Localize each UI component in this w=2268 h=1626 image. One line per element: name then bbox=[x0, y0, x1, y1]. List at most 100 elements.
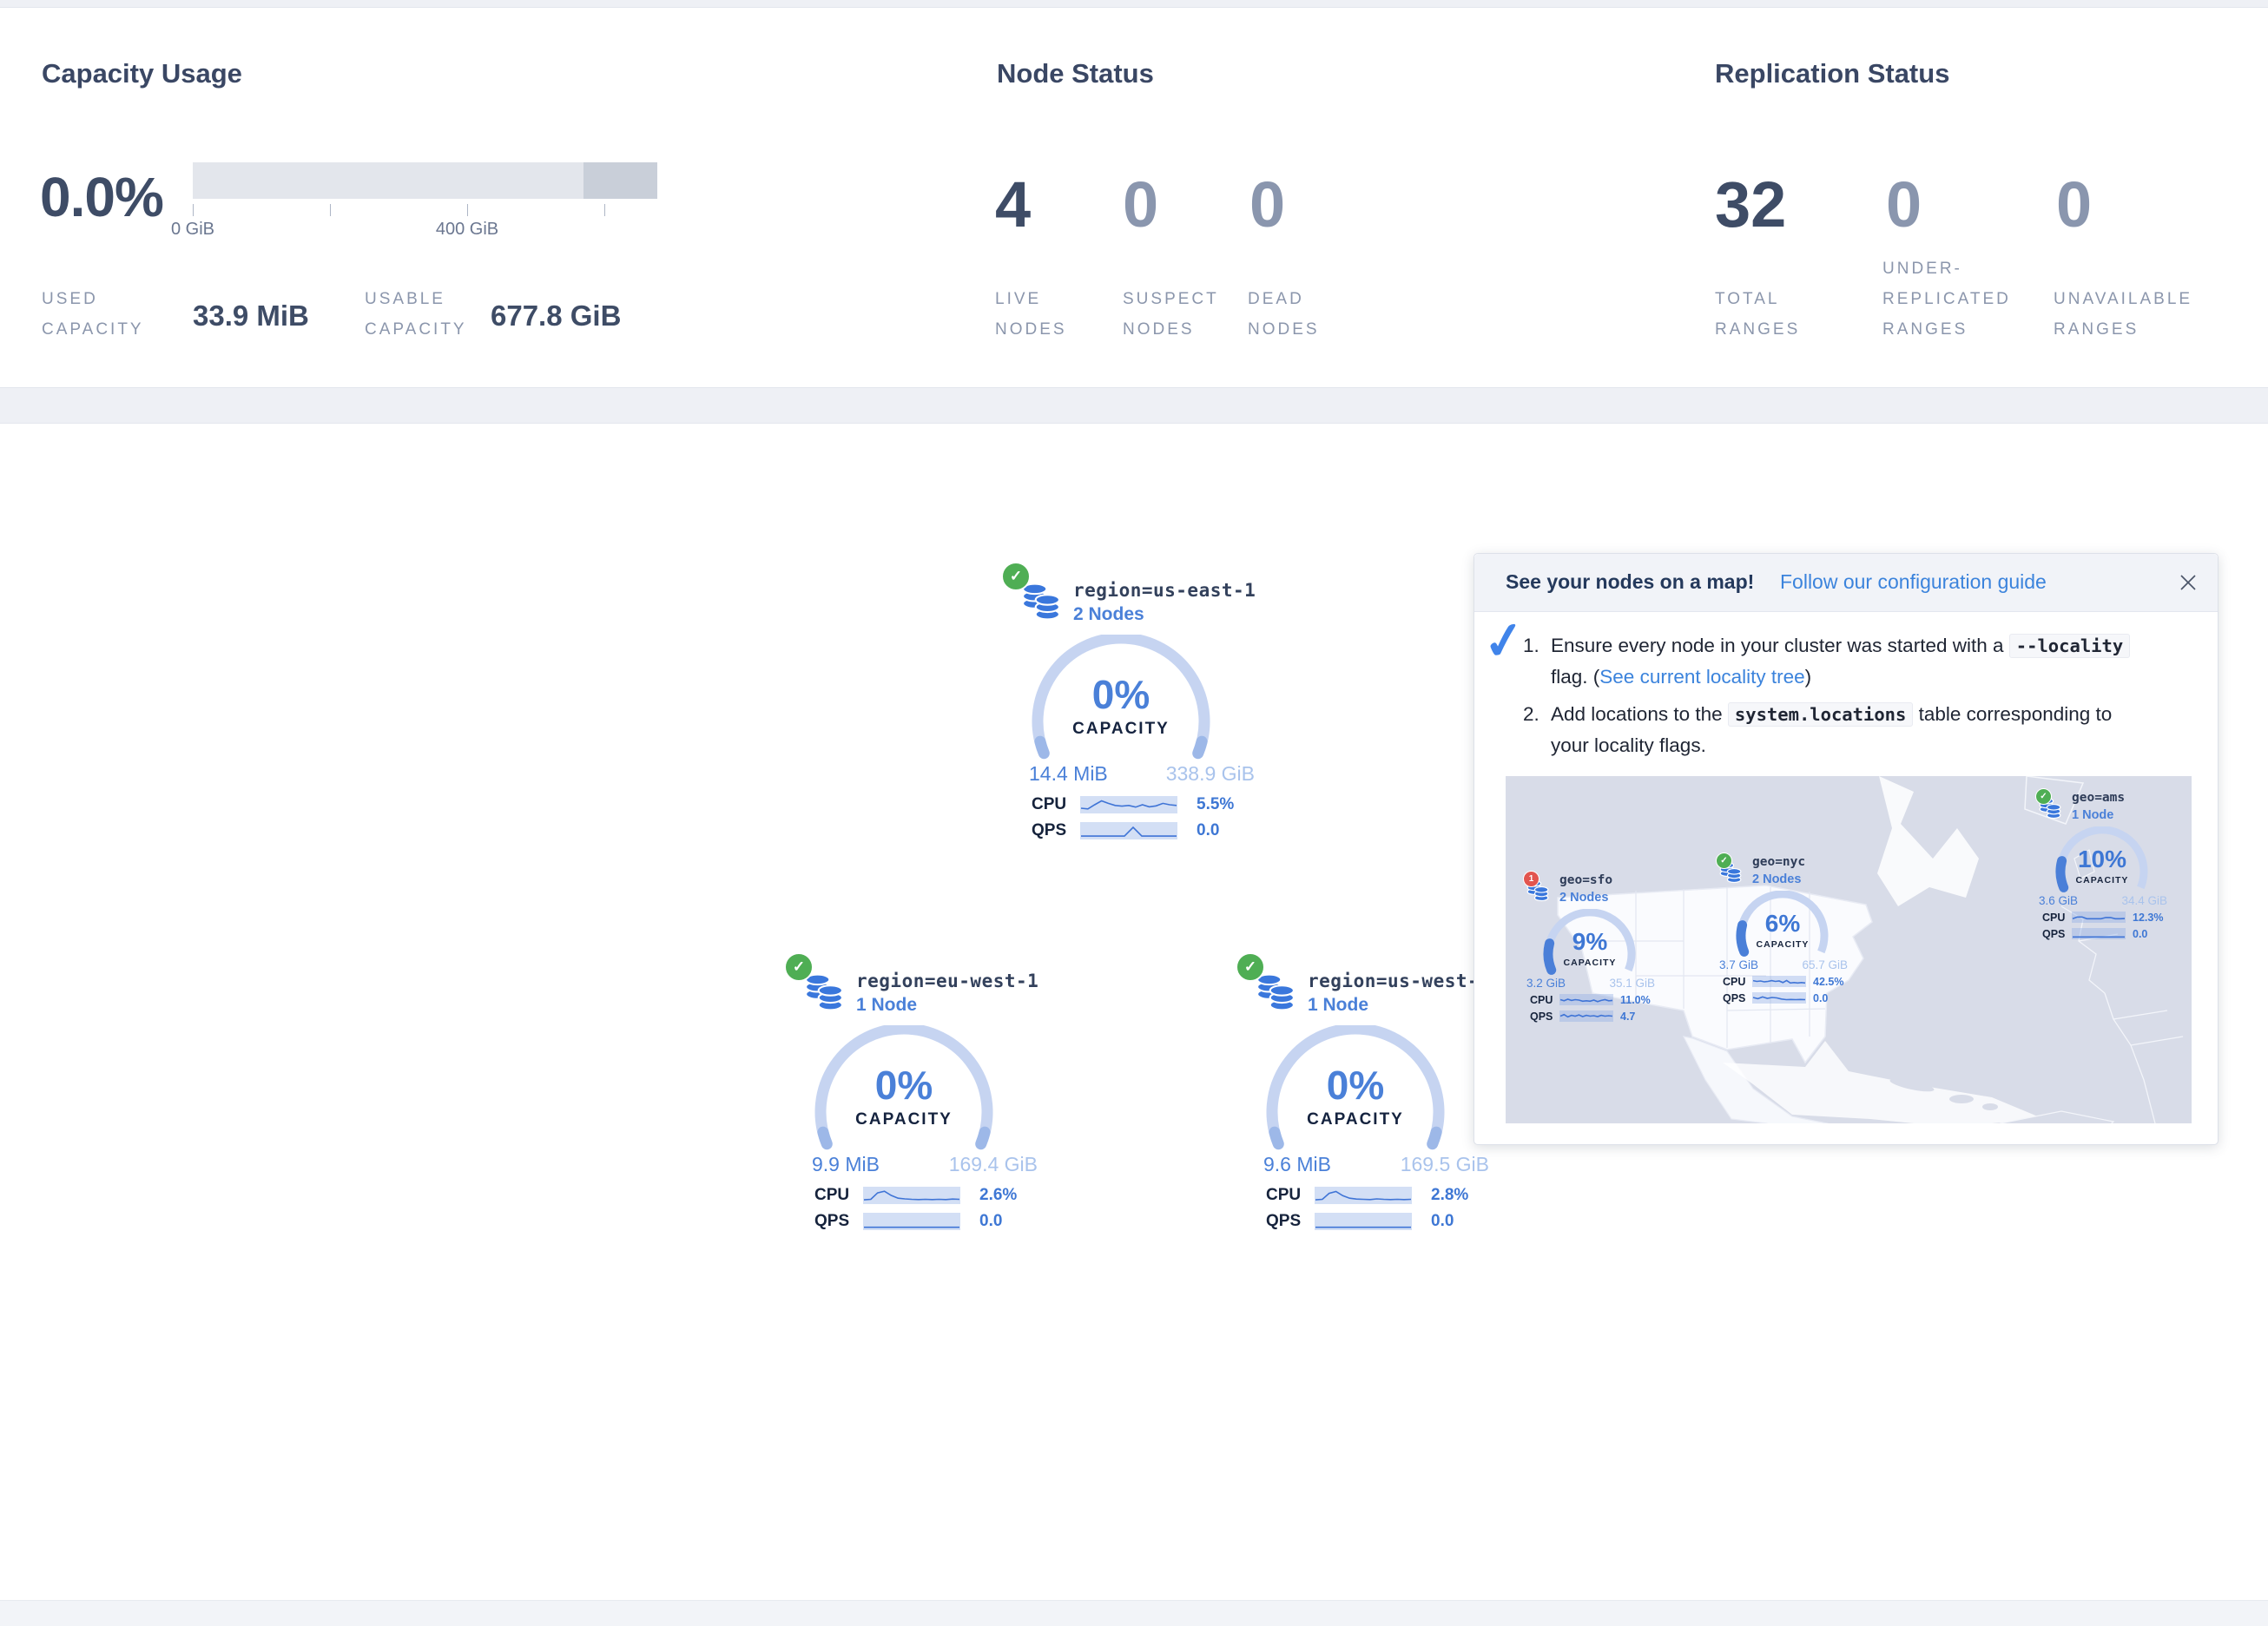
sparkline bbox=[1080, 796, 1177, 813]
cpu-value: 42.5% bbox=[1813, 976, 1843, 988]
qps-row: QPS 4.7 bbox=[1530, 1010, 1635, 1023]
used-value: 3.7 GiB bbox=[1719, 958, 1758, 971]
step-text: Add locations to the bbox=[1551, 703, 1728, 725]
region-node-us-west-1[interactable]: ✓ region=us-west-1 1 Node 0% CAPACITY 9.… bbox=[1224, 951, 1502, 1247]
total-value: 34.4 GiB bbox=[2121, 894, 2167, 907]
capacity-axis-label: 0 GiB bbox=[141, 220, 245, 240]
cpu-row: CPU 2.6% bbox=[814, 1186, 1017, 1205]
nodes-count-link: 2 Nodes bbox=[1559, 891, 1608, 905]
qps-value: 0.0 bbox=[1197, 821, 1219, 840]
capacity-values: 14.4 MiB 338.9 GiB bbox=[1029, 762, 1255, 786]
capacity-percent: 0% bbox=[808, 1062, 999, 1109]
footer-strip bbox=[0, 1600, 2268, 1626]
capacity-usage-title: Capacity Usage bbox=[42, 58, 242, 89]
capacity-bar-reserved-segment bbox=[583, 162, 657, 199]
replication-status-title: Replication Status bbox=[1715, 58, 1949, 89]
cpu-value: 2.6% bbox=[979, 1186, 1017, 1205]
close-icon[interactable] bbox=[2178, 572, 2199, 593]
region-node-eu-west-1[interactable]: ✓ region=eu-west-1 1 Node 0% CAPACITY 9.… bbox=[773, 951, 1051, 1247]
axis-tick bbox=[467, 204, 468, 216]
code-snippet: system.locations bbox=[1728, 702, 1913, 727]
dead-nodes-label: DEAD bbox=[1248, 290, 1304, 309]
unavailable-label: UNAVAILABLE bbox=[2054, 290, 2192, 309]
axis-tick bbox=[193, 204, 194, 216]
total-value: 35.1 GiB bbox=[1609, 977, 1655, 990]
used-value: 14.4 MiB bbox=[1029, 762, 1108, 786]
locality-label: geo=sfo bbox=[1559, 873, 1612, 887]
total-value: 169.4 GiB bbox=[949, 1153, 1038, 1176]
database-icon bbox=[1021, 582, 1061, 622]
dead-nodes-count: 0 bbox=[1249, 173, 1285, 237]
nodes-count-link[interactable]: 2 Nodes bbox=[1073, 604, 1144, 625]
cpu-label: CPU bbox=[1032, 795, 1080, 814]
qps-label: QPS bbox=[1032, 821, 1080, 840]
sparkline bbox=[863, 1187, 960, 1204]
cpu-value: 11.0% bbox=[1620, 994, 1651, 1006]
locality-label: region=us-west-1 bbox=[1308, 971, 1490, 991]
configuration-guide-link[interactable]: Follow our configuration guide bbox=[1780, 570, 2047, 594]
capacity-gauge: 10% CAPACITY bbox=[2052, 826, 2153, 894]
mini-locality-geo-sfo: 1 geo=sfo 2 Nodes 9% CAPACITY 3.2 GiB 35… bbox=[1523, 871, 1662, 1031]
under-replicated-count: 0 bbox=[1886, 173, 1922, 237]
nodes-count-link: 2 Nodes bbox=[1752, 872, 1801, 886]
locality-label: region=eu-west-1 bbox=[856, 971, 1038, 991]
cpu-row: CPU 5.5% bbox=[1032, 795, 1234, 814]
setup-step-1: 1.Ensure every node in your cluster was … bbox=[1523, 630, 2148, 692]
locality-label: region=us-east-1 bbox=[1073, 580, 1256, 601]
cpu-row: CPU 11.0% bbox=[1530, 993, 1651, 1006]
used-value: 3.2 GiB bbox=[1526, 977, 1566, 990]
cpu-row: CPU 2.8% bbox=[1266, 1186, 1468, 1205]
sparkline bbox=[1559, 1010, 1613, 1022]
sparkline bbox=[863, 1213, 960, 1230]
nodes-count-link: 1 Node bbox=[2072, 808, 2113, 822]
live-nodes-count: 4 bbox=[995, 173, 1031, 237]
capacity-percent: 9% bbox=[1539, 928, 1640, 956]
sparkline bbox=[2072, 912, 2126, 923]
qps-row: QPS 0.0 bbox=[2042, 927, 2147, 940]
capacity-percent: 0% bbox=[1025, 671, 1216, 718]
step-number: 2. bbox=[1523, 699, 1551, 729]
region-node-us-east-1[interactable]: ✓ region=us-east-1 2 Nodes 0% CAPACITY 1… bbox=[990, 561, 1268, 856]
capacity-gauge: 9% CAPACITY bbox=[1539, 909, 1640, 977]
sparkline bbox=[1315, 1187, 1412, 1204]
capacity-percent: 0% bbox=[1260, 1062, 1451, 1109]
total-ranges-label: RANGES bbox=[1715, 320, 1800, 339]
live-nodes-label: LIVE bbox=[995, 290, 1041, 309]
qps-row: QPS 0.0 bbox=[1266, 1212, 1454, 1231]
sparkline bbox=[2072, 928, 2126, 939]
warning-badge-icon: 1 bbox=[1523, 871, 1539, 887]
database-icon bbox=[1256, 972, 1296, 1012]
node-status-title: Node Status bbox=[997, 58, 1154, 89]
qps-row: QPS 0.0 bbox=[814, 1212, 1002, 1231]
healthy-check-icon: ✓ bbox=[1236, 952, 1265, 982]
cpu-value: 12.3% bbox=[2133, 912, 2163, 924]
qps-value: 0.0 bbox=[1813, 992, 1828, 1004]
database-icon bbox=[804, 972, 844, 1012]
check-icon: ✓ bbox=[1480, 609, 1530, 673]
cluster-summary-panel: Capacity Usage 0.0% 0 GiB 400 GiB USED C… bbox=[0, 7, 2268, 388]
usable-capacity-value: 677.8 GiB bbox=[491, 300, 621, 332]
mini-locality-geo-ams: ✓ geo=ams 1 Node 10% CAPACITY 3.6 GiB 34… bbox=[2035, 788, 2174, 949]
qps-label: QPS bbox=[2042, 928, 2072, 940]
total-value: 169.5 GiB bbox=[1401, 1153, 1489, 1176]
nodes-count-link[interactable]: 1 Node bbox=[856, 995, 917, 1016]
capacity-gauge: 0% CAPACITY bbox=[1025, 635, 1216, 761]
qps-label: QPS bbox=[814, 1212, 863, 1231]
locality-tree-link[interactable]: See current locality tree bbox=[1599, 666, 1804, 688]
nodes-count-link[interactable]: 1 Node bbox=[1308, 995, 1368, 1016]
capacity-word: CAPACITY bbox=[1732, 939, 1833, 950]
capacity-percent: 10% bbox=[2052, 846, 2153, 873]
usable-capacity-label: USABLE bbox=[365, 290, 445, 309]
capacity-values: 3.7 GiB 65.7 GiB bbox=[1719, 958, 1848, 971]
capacity-percent: 6% bbox=[1732, 910, 1833, 938]
usable-capacity-label: CAPACITY bbox=[365, 320, 467, 339]
used-capacity-value: 33.9 MiB bbox=[193, 300, 309, 332]
under-replicated-label: RANGES bbox=[1882, 320, 1968, 339]
capacity-word: CAPACITY bbox=[808, 1110, 999, 1129]
cpu-label: CPU bbox=[2042, 912, 2072, 924]
capacity-values: 9.9 MiB 169.4 GiB bbox=[812, 1153, 1038, 1176]
map-toolbar: Node Map Cluster 10m Past 10 Minutes Now bbox=[0, 423, 2268, 510]
capacity-gauge: 0% CAPACITY bbox=[808, 1025, 999, 1152]
suspect-nodes-count: 0 bbox=[1123, 173, 1158, 237]
cpu-value: 5.5% bbox=[1197, 795, 1234, 814]
